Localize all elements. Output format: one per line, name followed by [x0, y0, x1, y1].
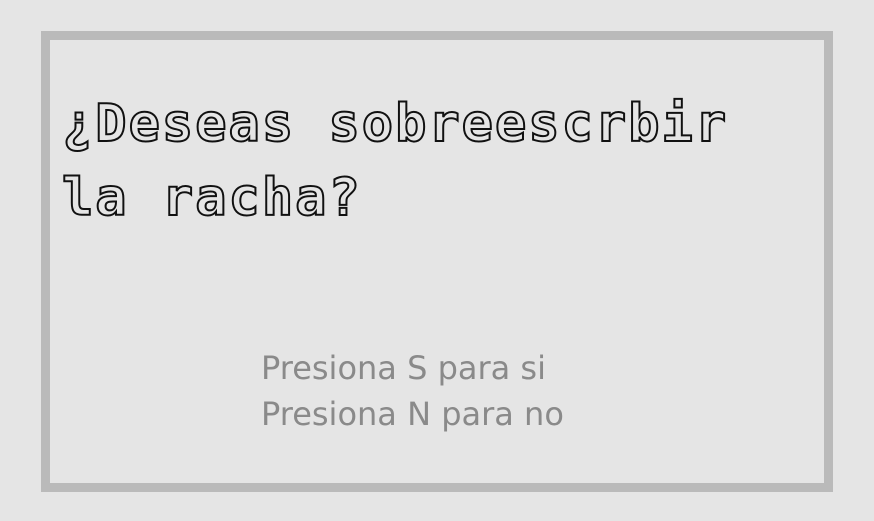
- press-n-no-instruction[interactable]: Presiona N para no: [261, 391, 681, 437]
- key-instructions: Presiona S para si Presiona N para no: [261, 345, 681, 437]
- dialog-question: ¿Deseas sobreescrbir la racha?: [61, 87, 832, 235]
- question-line-1: ¿Deseas sobreescrbir: [61, 93, 729, 155]
- overwrite-streak-dialog: ¿Deseas sobreescrbir la racha? Presiona …: [41, 31, 833, 492]
- press-s-yes-instruction[interactable]: Presiona S para si: [261, 345, 681, 391]
- question-line-2: la racha?: [61, 167, 362, 229]
